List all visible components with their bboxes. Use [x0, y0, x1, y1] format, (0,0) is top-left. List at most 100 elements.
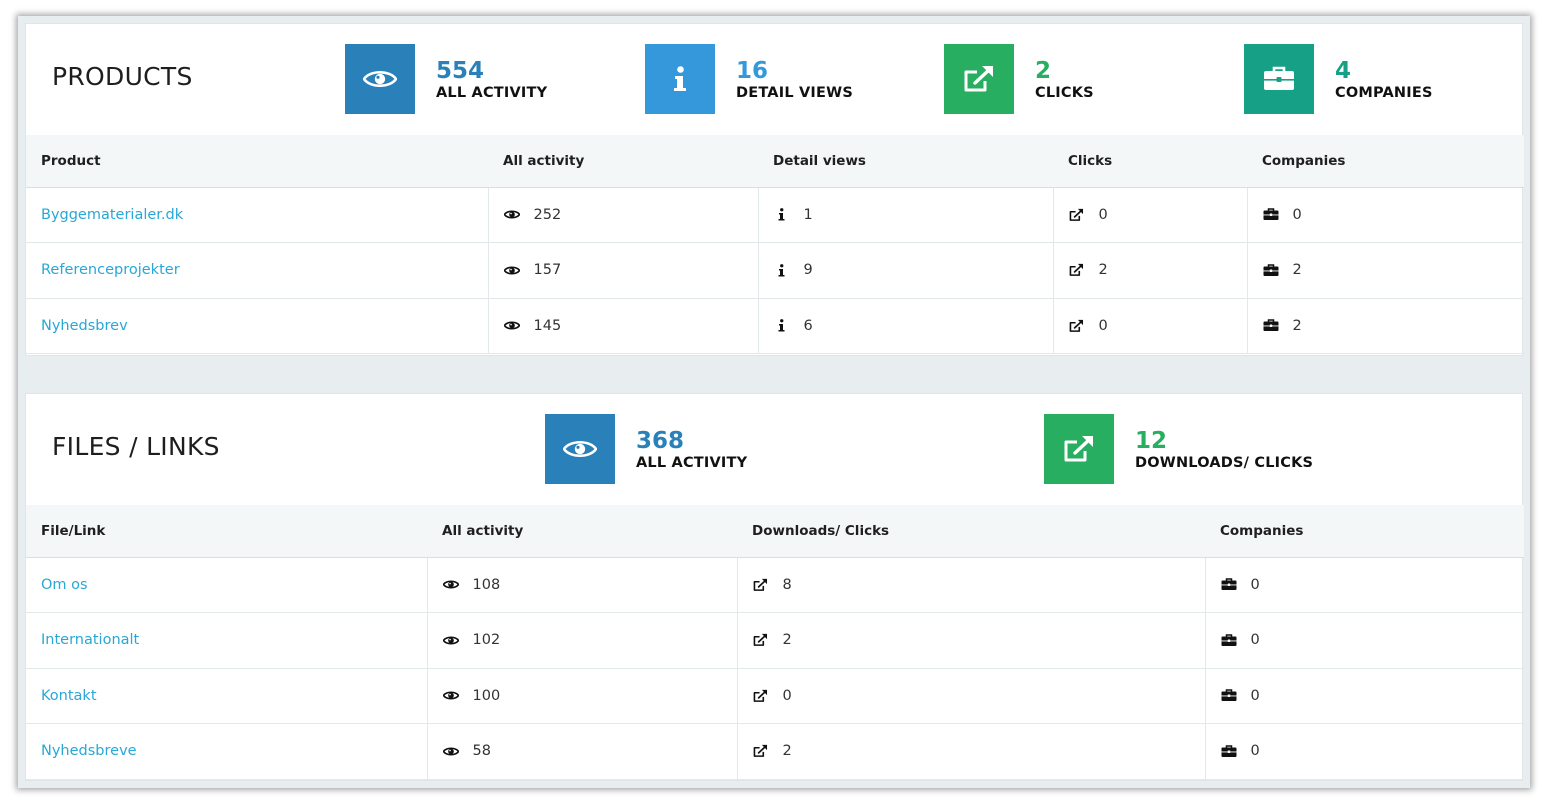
table-cell: 0: [1247, 187, 1524, 243]
table-cell: Internationalt: [26, 612, 428, 669]
cell-value: 2: [1292, 262, 1302, 279]
products-header: PRODUCTS 554 ALL ACTIVITY 16 DETAIL VIEW…: [26, 24, 1522, 135]
table-cell: Nyhedsbreve: [26, 723, 428, 780]
stat-downloads-clicks: 12 DOWNLOADS/ CLICKS: [1044, 414, 1313, 484]
stat-value: 2: [1035, 57, 1052, 84]
cell-value: 252: [533, 206, 562, 223]
table-cell: 108: [427, 557, 738, 613]
eye-icon: [503, 207, 520, 223]
stat-all-activity: 368 ALL ACTIVITY: [545, 414, 747, 484]
table-cell: 8: [737, 557, 1206, 613]
cell-value: 157: [533, 262, 562, 279]
table-cell: Om os: [26, 557, 428, 613]
external-link-icon: [1069, 262, 1085, 278]
external-link-icon: [753, 688, 769, 704]
stat-companies: 4 COMPANIES: [1244, 44, 1433, 114]
dashboard-frame: PRODUCTS 554 ALL ACTIVITY 16 DETAIL VIEW…: [18, 16, 1530, 788]
table-cell: 0: [1205, 723, 1524, 780]
cell-value: 0: [1250, 576, 1260, 593]
table-row: Byggematerialer.dk 252 1 0 0: [26, 187, 1524, 243]
stat-value: 554: [436, 57, 485, 84]
row-link[interactable]: Nyhedsbreve: [41, 743, 137, 759]
cell-value: 0: [1250, 632, 1260, 649]
stat-label: DOWNLOADS/ CLICKS: [1135, 454, 1314, 471]
table-cell: 0: [1053, 298, 1248, 354]
table-row: Internationalt 102 2 0: [26, 612, 1524, 669]
row-link[interactable]: Byggematerialer.dk: [41, 207, 183, 223]
external-link-icon: [944, 44, 1014, 114]
table-cell: 102: [427, 612, 738, 669]
external-link-icon: [1044, 414, 1114, 484]
briefcase-icon: [1244, 44, 1314, 114]
table-cell: 2: [737, 723, 1206, 780]
table-cell: 145: [488, 298, 759, 354]
cell-value: 100: [472, 687, 501, 704]
row-link[interactable]: Internationalt: [41, 632, 139, 648]
eye-icon: [503, 262, 520, 278]
table-header-row: File/Link All activity Downloads/ Clicks…: [26, 505, 1524, 558]
files-title: FILES / LINKS: [52, 432, 220, 461]
info-icon: [774, 207, 790, 223]
products-table: Product All activity Detail views Clicks…: [26, 135, 1524, 354]
external-link-icon: [1069, 207, 1085, 223]
cell-value: 2: [1098, 262, 1108, 279]
eye-icon: [442, 632, 459, 648]
column-header[interactable]: Companies: [1205, 505, 1524, 558]
cell-value: 0: [1292, 206, 1302, 223]
table-cell: 0: [737, 668, 1206, 724]
briefcase-icon: [1221, 743, 1237, 759]
cell-value: 0: [782, 687, 792, 704]
table-cell: 0: [1053, 187, 1248, 243]
info-icon: [774, 318, 790, 334]
table-cell: 2: [1247, 298, 1524, 354]
column-header[interactable]: Product: [26, 135, 488, 188]
table-cell: 2: [1053, 242, 1248, 299]
table-cell: Referenceprojekter: [26, 242, 489, 299]
cell-value: 108: [472, 576, 501, 593]
external-link-icon: [753, 632, 769, 648]
info-icon: [774, 262, 790, 278]
table-cell: 2: [1247, 242, 1524, 299]
column-header[interactable]: All activity: [488, 135, 758, 188]
row-link[interactable]: Kontakt: [41, 688, 97, 704]
stat-value: 12: [1135, 427, 1168, 454]
table-cell: 0: [1205, 612, 1524, 669]
briefcase-icon: [1221, 688, 1237, 704]
column-header[interactable]: File/Link: [26, 505, 427, 558]
table-row: Nyhedsbreve 58 2 0: [26, 723, 1524, 780]
column-header[interactable]: Clicks: [1053, 135, 1247, 188]
stat-label: ALL ACTIVITY: [636, 454, 748, 471]
cell-value: 2: [1292, 317, 1302, 334]
row-link[interactable]: Om os: [41, 577, 88, 593]
external-link-icon: [753, 743, 769, 759]
cell-value: 0: [1098, 206, 1108, 223]
stat-label: CLICKS: [1035, 84, 1094, 101]
table-cell: 2: [737, 612, 1206, 669]
info-icon: [645, 44, 715, 114]
table-cell: Byggematerialer.dk: [26, 187, 489, 243]
row-link[interactable]: Nyhedsbrev: [41, 318, 128, 334]
eye-icon: [442, 688, 459, 704]
cell-value: 1: [803, 206, 813, 223]
stat-clicks: 2 CLICKS: [944, 44, 1094, 114]
cell-value: 6: [803, 317, 813, 334]
row-link[interactable]: Referenceprojekter: [41, 262, 180, 278]
table-cell: Nyhedsbrev: [26, 298, 489, 354]
cell-value: 0: [1250, 743, 1260, 760]
eye-icon: [345, 44, 415, 114]
column-header[interactable]: All activity: [427, 505, 737, 558]
table-cell: 100: [427, 668, 738, 724]
files-header: FILES / LINKS 368 ALL ACTIVITY 12 DOWNLO…: [26, 394, 1522, 505]
column-header[interactable]: Downloads/ Clicks: [737, 505, 1205, 558]
cell-value: 0: [1250, 687, 1260, 704]
table-row: Om os 108 8 0: [26, 557, 1524, 613]
column-header[interactable]: Companies: [1247, 135, 1524, 188]
column-header[interactable]: Detail views: [758, 135, 1053, 188]
cell-value: 145: [533, 317, 562, 334]
cell-value: 102: [472, 632, 501, 649]
table-cell: 0: [1205, 668, 1524, 724]
table-cell: 9: [758, 242, 1054, 299]
stat-label: DETAIL VIEWS: [736, 84, 853, 101]
cell-value: 8: [782, 576, 792, 593]
stat-label: COMPANIES: [1335, 84, 1433, 101]
